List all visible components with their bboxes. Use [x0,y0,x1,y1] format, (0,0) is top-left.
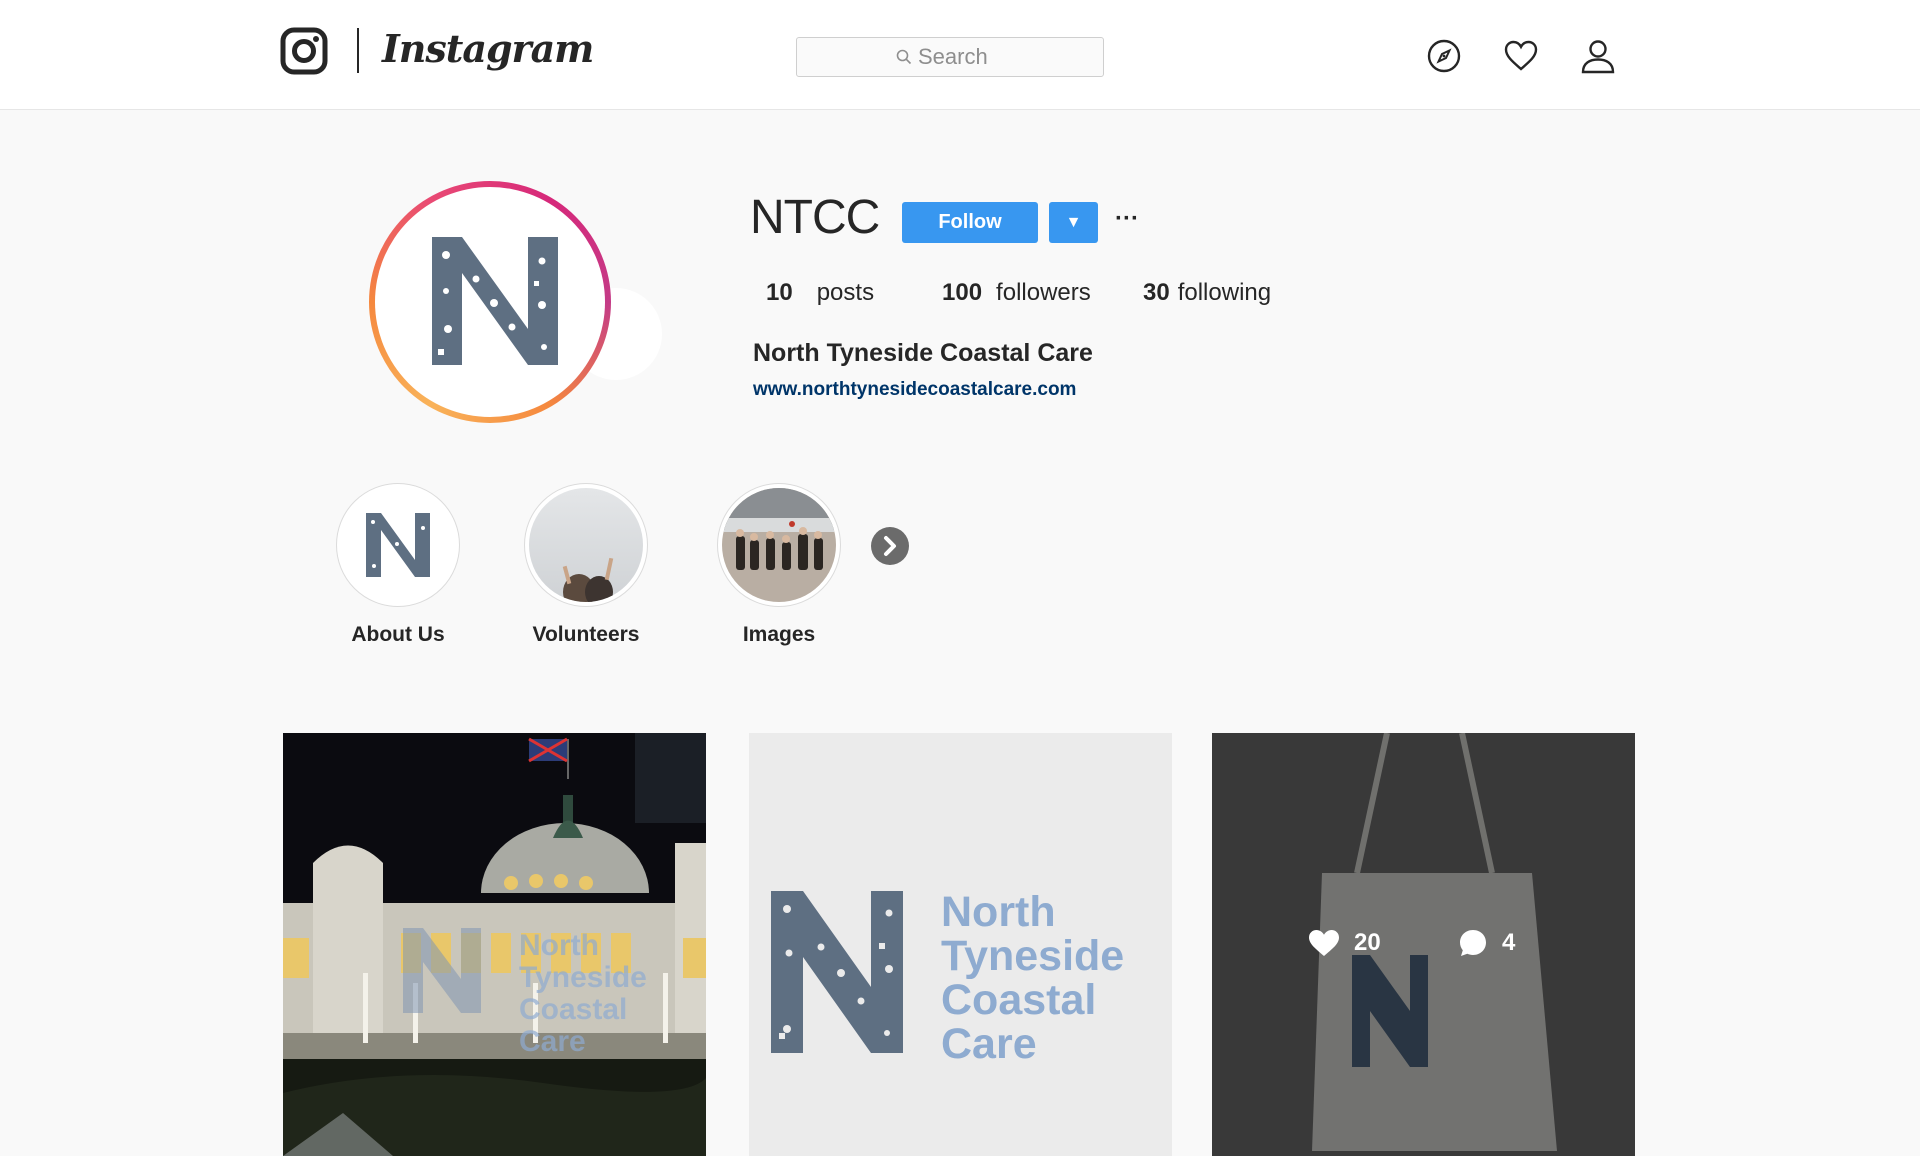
spanish-city-night-photo: North Tyneside Coastal Care [283,733,706,1156]
compass-icon[interactable] [1426,38,1462,74]
ntcc-n-logo-icon [432,237,558,365]
followers-label: followers [996,279,1091,306]
highlight-volunteers[interactable]: Volunteers [524,483,648,647]
following-label: following [1177,279,1272,306]
posts-count-stat: 10 posts [766,279,874,307]
search-box[interactable] [796,37,1104,77]
logo-text-line: Coastal [941,976,1096,1024]
follow-button[interactable]: Follow [902,202,1038,243]
highlight-images[interactable]: Images [717,483,841,647]
posts-label: posts [816,279,875,306]
post-thumbnail-3[interactable]: 20 4 [1212,733,1635,1156]
search-input[interactable] [918,44,1004,70]
ntcc-n-logo-icon [366,513,430,577]
profile-full-name: North Tyneside Coastal Care [753,339,1093,367]
logo-text-line: Care [941,1020,1037,1068]
following-count: 30 [1143,279,1170,306]
followers-count-stat[interactable]: 100 followers [942,279,1091,307]
highlight-cover [717,483,841,607]
highlight-image [341,488,455,602]
highlight-label: Images [742,623,816,646]
highlight-image [722,488,836,602]
post-overlay-line: Care [519,1025,586,1058]
profile-avatar[interactable] [369,181,611,423]
posts-count: 10 [766,279,793,306]
logo-divider [357,28,359,73]
logo-text-line: Tyneside [941,932,1124,980]
suggested-dropdown-button[interactable]: ▼ [1049,202,1098,243]
likes-overlay: 20 [1308,928,1381,958]
ntcc-logo-graphic: North Tyneside Coastal Care [749,733,1172,1156]
profile-website-link[interactable]: www.northtynesidecoastalcare.com [753,379,1076,401]
post-overlay-line: Coastal [519,993,627,1026]
heart-filled-icon [1309,930,1339,956]
highlight-image [529,488,643,602]
chevron-right-icon [884,536,896,556]
highlight-cover [524,483,648,607]
top-navigation-bar: Instagram [0,0,1920,110]
user-icon[interactable] [1580,38,1616,74]
instagram-wordmark[interactable]: Instagram [382,26,594,71]
followers-count: 100 [942,279,983,306]
likes-count: 20 [1354,929,1381,956]
profile-username: NTCC [750,191,880,244]
heart-icon[interactable] [1503,38,1539,74]
tote-bag-photo [1212,733,1635,1156]
highlight-label: About Us [351,623,445,646]
volunteers-photo [529,488,643,602]
following-count-stat[interactable]: 30 following [1143,279,1271,307]
logo-text-line: North [941,888,1056,936]
comments-count: 4 [1502,929,1516,956]
post-overlay-line: North [519,929,599,962]
avatar-image [375,187,605,417]
highlights-next-button[interactable] [871,527,909,565]
comment-filled-icon [1460,930,1486,956]
highlight-cover [336,483,460,607]
beach-group-photo [722,488,836,602]
highlight-label: Volunteers [532,623,640,646]
comments-overlay: 4 [1458,928,1515,958]
search-icon [896,49,912,65]
instagram-camera-icon[interactable] [280,27,328,75]
highlight-about-us[interactable]: About Us [336,483,460,647]
post-thumbnail-1[interactable]: North Tyneside Coastal Care [283,733,706,1156]
more-options-button[interactable]: ··· [1112,206,1142,236]
post-thumbnail-2[interactable]: North Tyneside Coastal Care [749,733,1172,1156]
post-overlay-line: Tyneside [519,961,647,994]
